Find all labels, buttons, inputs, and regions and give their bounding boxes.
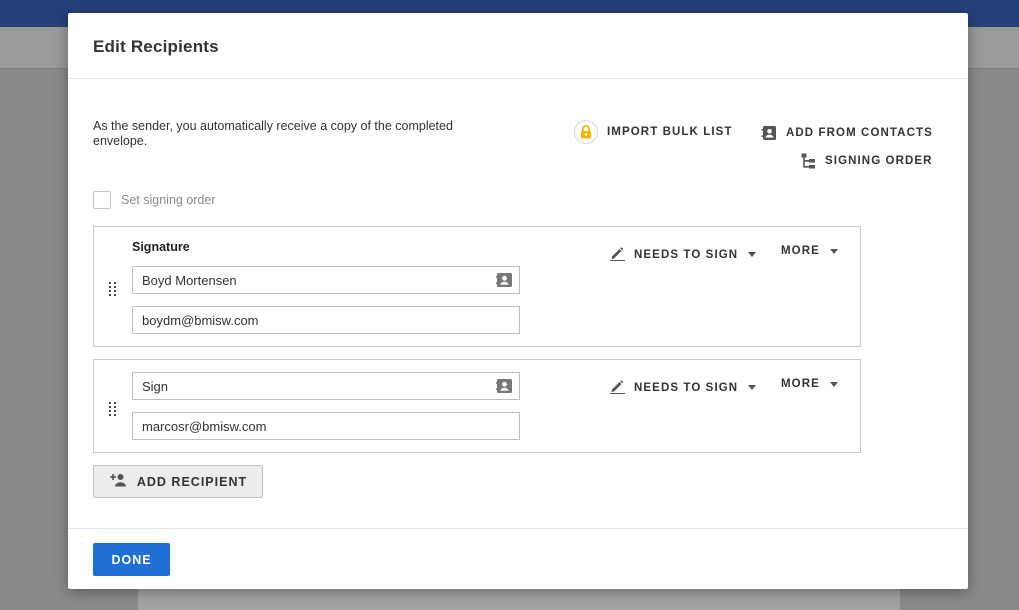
dialog-footer: DONE	[68, 528, 968, 589]
more-options-dropdown[interactable]: MORE	[781, 378, 838, 390]
recipient-name-input[interactable]	[133, 267, 519, 293]
signing-order-label: SIGNING ORDER	[825, 155, 933, 167]
pen-icon	[609, 245, 626, 264]
contacts-book-icon	[761, 125, 777, 141]
recipient-name-field[interactable]	[132, 266, 520, 294]
more-options-label: MORE	[781, 245, 820, 257]
chevron-down-icon	[829, 248, 838, 254]
more-options-label: MORE	[781, 378, 820, 390]
set-signing-order-checkbox[interactable]	[93, 191, 111, 209]
recipient-email-input[interactable]	[133, 307, 519, 333]
recipient-card: Signature Boyd Mortensen boydm@bmisw.com…	[93, 226, 861, 347]
chevron-down-icon	[829, 381, 838, 387]
hierarchy-icon	[801, 153, 816, 169]
recipient-card: NEEDS TO SIGN MORE	[93, 359, 861, 453]
drag-handle-icon[interactable]	[109, 402, 118, 421]
recipient-action-label: NEEDS TO SIGN	[634, 381, 739, 394]
dialog-title: Edit Recipients	[93, 37, 219, 56]
add-person-icon	[109, 473, 127, 490]
contact-card-icon[interactable]	[496, 378, 513, 399]
edit-recipients-dialog: Edit Recipients As the sender, you autom…	[68, 13, 968, 589]
signing-order-link[interactable]: SIGNING ORDER	[801, 153, 933, 169]
more-options-dropdown[interactable]: MORE	[781, 245, 838, 257]
set-signing-order-row[interactable]: Set signing order	[93, 191, 216, 209]
recipient-name-field[interactable]	[132, 372, 520, 400]
recipient-action-dropdown[interactable]: NEEDS TO SIGN	[609, 378, 757, 397]
import-bulk-list-label: IMPORT BULK LIST	[607, 126, 733, 138]
done-button[interactable]: DONE	[93, 543, 170, 576]
add-from-contacts-label: ADD FROM CONTACTS	[786, 127, 933, 139]
dialog-header: Edit Recipients	[68, 13, 968, 79]
add-from-contacts-link[interactable]: ADD FROM CONTACTS	[761, 125, 933, 141]
recipient-email-field[interactable]	[132, 412, 520, 440]
import-bulk-list-link[interactable]: IMPORT BULK LIST	[574, 120, 733, 144]
chevron-down-icon	[748, 385, 757, 390]
chevron-down-icon	[748, 252, 757, 257]
lock-icon	[574, 120, 598, 144]
recipient-name-input[interactable]	[133, 373, 519, 399]
recipient-email-field[interactable]	[132, 306, 520, 334]
contact-card-icon[interactable]	[496, 272, 513, 293]
add-recipient-label: ADD RECIPIENT	[136, 474, 248, 489]
add-recipient-button[interactable]: ADD RECIPIENT	[93, 465, 263, 498]
pen-icon	[609, 378, 626, 397]
sender-copy-note: As the sender, you automatically receive…	[93, 119, 453, 148]
recipient-action-dropdown[interactable]: NEEDS TO SIGN	[609, 245, 757, 264]
recipient-action-label: NEEDS TO SIGN	[634, 248, 739, 261]
recipient-email-input[interactable]	[133, 413, 519, 439]
recipient-role-label: Signature	[132, 240, 190, 254]
set-signing-order-label: Set signing order	[121, 193, 216, 207]
drag-handle-icon[interactable]	[109, 282, 118, 301]
